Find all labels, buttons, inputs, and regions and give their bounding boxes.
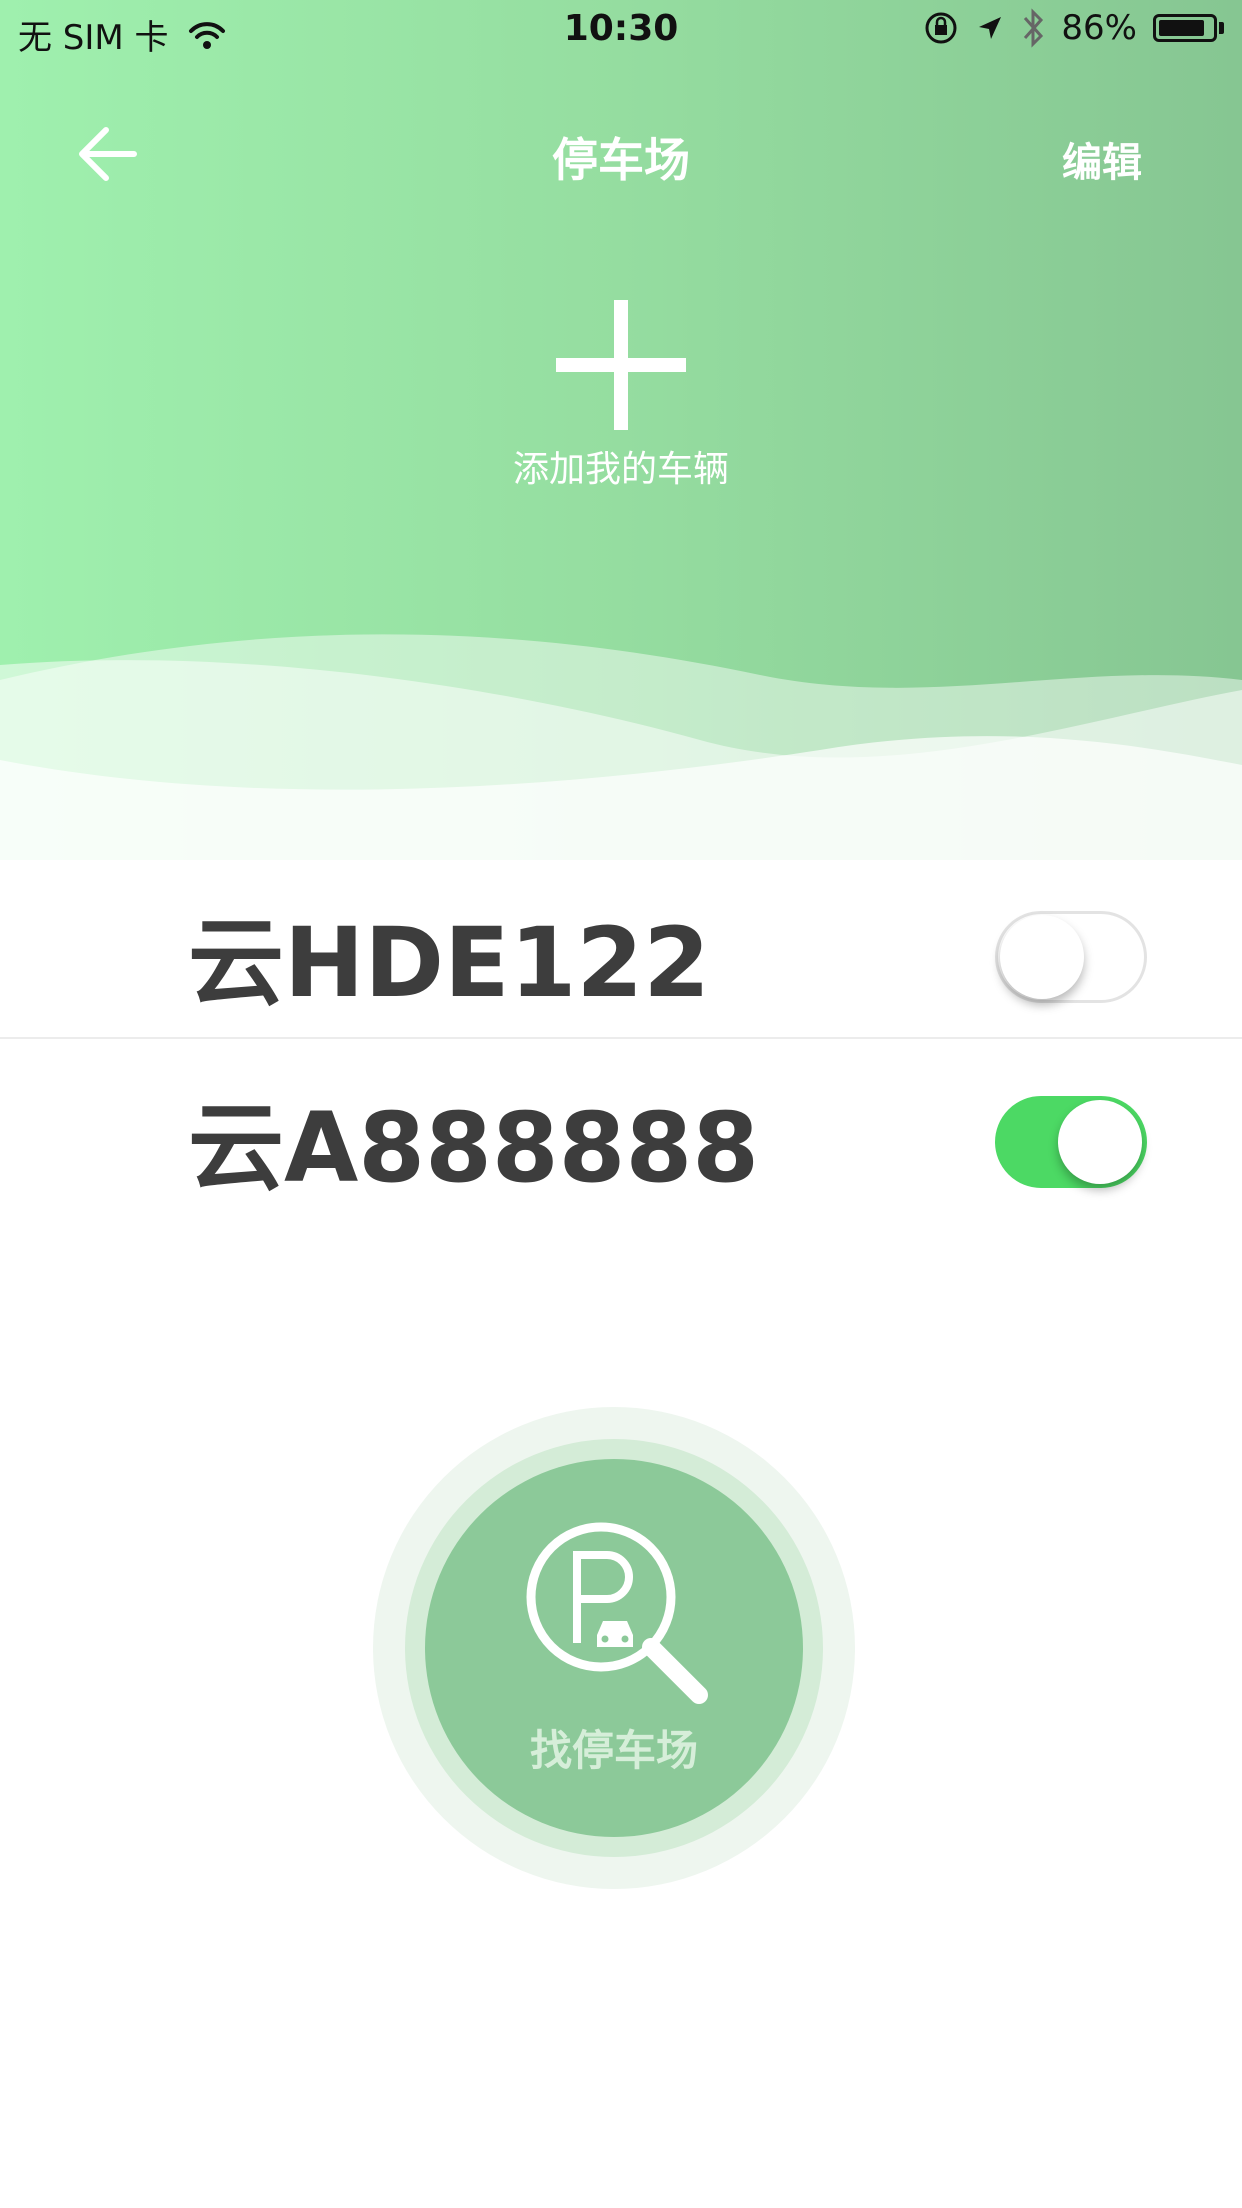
battery-icon xyxy=(1153,14,1217,42)
status-bar: 无 SIM 卡 10:30 86% xyxy=(0,0,1242,62)
parking-search-icon xyxy=(526,1522,708,1704)
battery-fill xyxy=(1159,20,1204,36)
vehicle-row: 云A888888 xyxy=(0,1040,1242,1222)
plate-number: 云HDE122 xyxy=(188,907,710,1019)
add-vehicle-label: 添加我的车辆 xyxy=(512,449,729,490)
page-title: 停车场 xyxy=(552,133,690,187)
battery-cap xyxy=(1219,22,1224,34)
bluetooth-icon xyxy=(1024,8,1044,48)
wave-decoration xyxy=(0,634,1242,860)
add-vehicle-button[interactable]: 添加我的车辆 xyxy=(421,290,821,490)
location-arrow-icon xyxy=(979,17,1002,39)
edit-button[interactable]: 编辑 xyxy=(1062,130,1142,188)
plus-icon xyxy=(556,300,686,430)
vehicle-row: 云HDE122 xyxy=(0,855,1242,1039)
toggle-knob xyxy=(1058,1100,1142,1184)
status-right: 86% xyxy=(923,8,1224,48)
vehicle-toggle[interactable] xyxy=(995,1096,1147,1188)
header-banner: 无 SIM 卡 10:30 86% 停车场 编辑 添加我的车辆 xyxy=(0,0,1242,860)
rotation-lock-icon xyxy=(925,12,957,44)
find-parking-button[interactable]: 找停车场 xyxy=(373,1407,855,1889)
battery-percent: 86% xyxy=(1061,8,1137,48)
toggle-knob xyxy=(1000,915,1084,999)
vehicle-toggle[interactable] xyxy=(995,911,1147,1003)
find-parking-label: 找停车场 xyxy=(529,1726,698,1775)
plate-number: 云A888888 xyxy=(188,1092,760,1204)
nav-bar: 停车场 编辑 xyxy=(0,100,1242,210)
